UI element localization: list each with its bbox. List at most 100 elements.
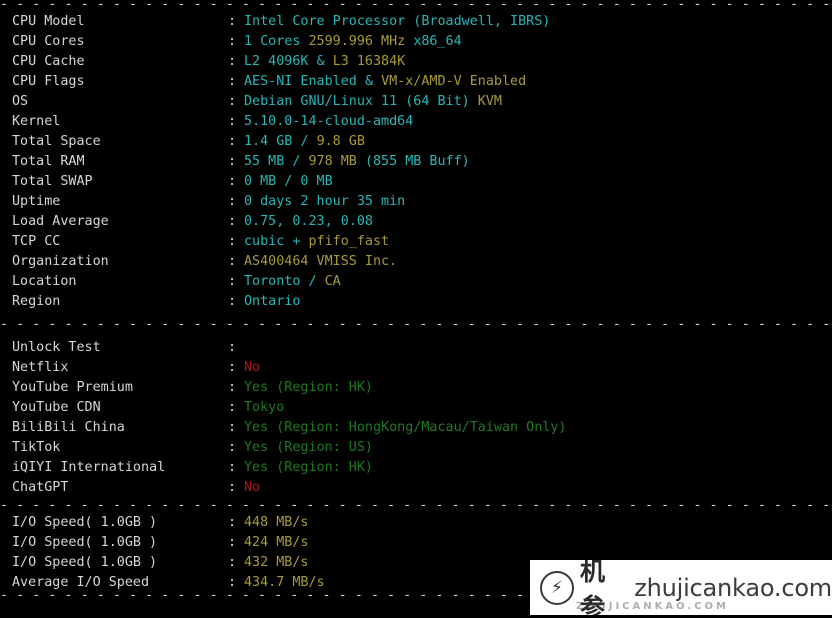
value-part: AES-NI Enabled	[244, 74, 365, 89]
row-label: Total SWAP	[12, 174, 93, 189]
value-part: 448 MB/s	[244, 515, 309, 530]
badge-ghost-url: ZHUJICANKAO.COM	[576, 601, 729, 612]
row-colon: :	[228, 94, 237, 109]
row-colon: :	[228, 14, 237, 29]
row-value: 448 MB/s	[244, 515, 309, 530]
terminal-row: I/O Speed( 1.0GB ):448 MB/s	[0, 513, 832, 533]
row-label: YouTube CDN	[12, 400, 101, 415]
value-part: x86_64	[413, 34, 462, 49]
value-part: pfifo_fast	[308, 234, 390, 249]
value-part: L3 16384K	[332, 54, 406, 69]
value-part: Intel Core Processor (Broadwell, IBRS)	[244, 14, 551, 29]
row-colon: :	[228, 400, 237, 415]
value-part: &	[316, 54, 333, 69]
badge-url: zhujicankao.com	[634, 573, 832, 602]
value-part: 1 Cores	[244, 34, 309, 49]
row-label: TCP CC	[12, 234, 61, 249]
terminal-row: Total Space:1.4 GB / 9.8 GB	[0, 132, 832, 152]
value-part: 5.10.0-14-cloud-amd64	[244, 114, 414, 129]
row-label: iQIYI International	[12, 460, 166, 475]
row-label: I/O Speed( 1.0GB )	[12, 535, 158, 550]
terminal-row: Region: Ontario	[0, 292, 832, 312]
row-value: Yes (Region: HongKong/Macau/Taiwan Only)	[244, 420, 566, 435]
row-value: No	[244, 480, 260, 495]
value-part: 432 MB/s	[244, 555, 309, 570]
value-part: Yes (Region: US)	[244, 440, 373, 455]
row-colon: :	[228, 460, 237, 475]
row-label: Uptime	[12, 194, 61, 209]
row-value: 55 MB / 978 MB (855 MB Buff)	[244, 154, 470, 169]
brand-badge: 主机参考 zhujicankao.com ZHUJICANKAO.COM	[530, 560, 832, 615]
terminal-row: TCP CC: cubic + pfifo_fast	[0, 232, 832, 252]
terminal-row: CPU Cores:1 Cores 2599.996 MHz x86_64	[0, 32, 832, 52]
value-part: CA	[324, 274, 341, 289]
value-part: Yes (Region: HK)	[244, 380, 373, 395]
terminal-row: Netflix: No	[0, 358, 832, 378]
row-label: CPU Cache	[12, 54, 85, 69]
value-part: +	[292, 234, 309, 249]
value-part: 55 MB	[244, 154, 293, 169]
row-colon: :	[228, 34, 237, 49]
row-label: Region	[12, 294, 61, 309]
row-colon: :	[228, 535, 237, 550]
row-label: BiliBili China	[12, 420, 125, 435]
row-label: I/O Speed( 1.0GB )	[12, 515, 158, 530]
value-part: 2599.996 MHz	[308, 34, 414, 49]
row-colon: :	[228, 360, 237, 375]
row-value: L2 4096K & L3 16384K	[244, 54, 405, 69]
row-colon: :	[228, 340, 237, 355]
terminal-row: BiliBili China: Yes (Region: HongKong/Mac…	[0, 418, 832, 438]
value-part: /	[300, 134, 317, 149]
terminal-section-unlock-test: Unlock Test: Netflix: No YouTube Premium: Ye…	[0, 338, 832, 498]
row-label: CPU Flags	[12, 74, 85, 89]
row-value: Toronto / CA	[244, 274, 341, 289]
value-part: 1.4 GB	[244, 134, 301, 149]
row-label: Total Space	[12, 134, 101, 149]
terminal-row: YouTube CDN: Tokyo	[0, 398, 832, 418]
separator-line: - - - - - - - - - - - - - - - - - - - - …	[0, 317, 831, 332]
terminal-row: TikTok: Yes (Region: US)	[0, 438, 832, 458]
row-value: AS400464 VMISS Inc.	[244, 254, 397, 269]
terminal-row: Unlock Test:	[0, 338, 832, 358]
row-label: Total RAM	[12, 154, 85, 169]
value-part: No	[244, 360, 261, 375]
value-part: &	[364, 74, 382, 89]
row-colon: :	[228, 114, 237, 129]
terminal-row: Organization: AS400464 VMISS Inc.	[0, 252, 832, 272]
value-part: Tokyo	[244, 400, 285, 415]
value-part: L2 4096K	[244, 54, 317, 69]
value-part: Ontario	[244, 294, 301, 309]
terminal-row: Uptime:0 days 2 hour 35 min	[0, 192, 832, 212]
row-label: Load Average	[12, 214, 109, 229]
row-colon: :	[228, 154, 237, 169]
row-label: Kernel	[12, 114, 61, 129]
row-value: Tokyo	[244, 400, 284, 415]
value-part: VM-x/AMD-V Enabled	[381, 74, 527, 89]
row-value: 0 days 2 hour 35 min	[244, 194, 405, 209]
row-colon: :	[228, 440, 237, 455]
terminal-row: I/O Speed( 1.0GB ):424 MB/s	[0, 533, 832, 553]
row-colon: :	[228, 234, 237, 249]
row-label: TikTok	[12, 440, 61, 455]
value-part: 0 MB / 0 MB	[244, 174, 333, 189]
row-value: 424 MB/s	[244, 535, 309, 550]
terminal-row: iQIYI International: Yes (Region: HK)	[0, 458, 832, 478]
terminal-row: OS: Debian GNU/Linux 11 (64 Bit) KVM	[0, 92, 832, 112]
row-colon: :	[228, 480, 237, 495]
terminal-row: ChatGPT: No	[0, 478, 832, 498]
row-value: Debian GNU/Linux 11 (64 Bit) KVM	[244, 94, 502, 109]
value-part: 424 MB/s	[244, 535, 309, 550]
row-colon: :	[228, 214, 237, 229]
row-label: Organization	[12, 254, 109, 269]
row-colon: :	[228, 515, 237, 530]
row-label: CPU Model	[12, 14, 85, 29]
value-part: No	[244, 480, 261, 495]
value-part: (855 MB Buff)	[364, 154, 470, 169]
terminal-row: YouTube Premium: Yes (Region: HK)	[0, 378, 832, 398]
value-part: Yes (Region: HK)	[244, 460, 373, 475]
row-colon: :	[228, 294, 237, 309]
row-value: Yes (Region: HK)	[244, 460, 373, 475]
row-label: OS	[12, 94, 29, 109]
terminal-row: CPU Model: Intel Core Processor (Broadwel…	[0, 12, 832, 32]
terminal-output: - - - - - - - - - - - - - - - - - - - - …	[0, 0, 832, 615]
